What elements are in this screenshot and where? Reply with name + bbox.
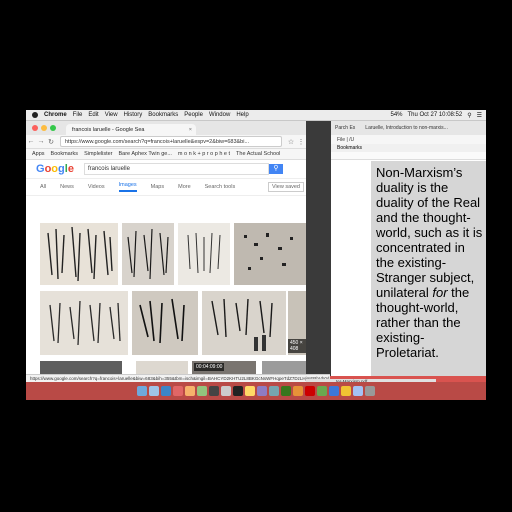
tab-title: francois laruelle - Google Sea: [72, 126, 145, 133]
image-size-badge: 450 × 408: [288, 339, 306, 353]
image-result[interactable]: [40, 291, 128, 355]
zoom-window-icon[interactable]: [50, 125, 56, 131]
mail-icon[interactable]: [185, 386, 195, 396]
acrobat-icon[interactable]: [305, 386, 315, 396]
folder-icon[interactable]: [341, 386, 351, 396]
desktop-screen: Chrome File Edit View History Bookmarks …: [26, 110, 486, 400]
bookmark-monk-prophet[interactable]: m o n k + p r o p h e t: [178, 151, 230, 157]
right-bookmarks[interactable]: Bookmarks: [331, 144, 486, 152]
right-tab-bar: Parch Es Laruelle, Introduction to non-m…: [331, 121, 486, 135]
image-result[interactable]: [132, 291, 198, 355]
downloads-icon[interactable]: [353, 386, 363, 396]
word-icon[interactable]: [329, 386, 339, 396]
chrome-icon[interactable]: [173, 386, 183, 396]
menu-app-name[interactable]: Chrome: [44, 112, 67, 118]
spotify-icon[interactable]: [281, 386, 291, 396]
google-tabs: All News Videos Images Maps More Search …: [26, 179, 306, 196]
image-results-grid: 450 × 408 00:04:09:00: [26, 217, 306, 389]
browser-window-left: francois laruelle - Google Sea × ← → ↻ h…: [26, 121, 306, 389]
minimize-window-icon[interactable]: [41, 125, 47, 131]
bookmark-actual-school[interactable]: The Actual School: [236, 151, 280, 157]
itunes-icon[interactable]: [257, 386, 267, 396]
vlc-icon[interactable]: [293, 386, 303, 396]
launchpad-icon[interactable]: [149, 386, 159, 396]
excel-icon[interactable]: [317, 386, 327, 396]
star-icon[interactable]: ☆: [286, 138, 296, 146]
right-address-bar[interactable]: File | /U: [331, 135, 486, 144]
notes-icon[interactable]: [245, 386, 255, 396]
google-search-button[interactable]: ⚲: [268, 164, 283, 174]
spotlight-icon[interactable]: ⚲: [467, 112, 471, 119]
bookmark-aphex[interactable]: Bare Aphex Twin ge...: [119, 151, 172, 157]
menu-window[interactable]: Window: [209, 112, 230, 118]
omnibox-row: ← → ↻ https://www.google.com/search?q=fr…: [26, 135, 306, 149]
back-icon[interactable]: ←: [26, 138, 36, 145]
menu-history[interactable]: History: [124, 112, 143, 118]
tab-search-tools[interactable]: Search tools: [205, 184, 236, 190]
menu-list-icon[interactable]: ☰: [477, 112, 482, 119]
appstore-icon[interactable]: [269, 386, 279, 396]
video-timer-badge: 00:04:09:00: [194, 363, 225, 371]
mac-menubar: Chrome File Edit View History Bookmarks …: [26, 110, 486, 121]
window-gap: [306, 121, 332, 376]
image-result[interactable]: [178, 223, 230, 285]
terminal-icon[interactable]: [209, 386, 219, 396]
tab-all[interactable]: All: [40, 184, 46, 190]
menu-bookmarks[interactable]: Bookmarks: [148, 112, 178, 118]
finder-icon[interactable]: [137, 386, 147, 396]
mac-dock: [26, 382, 486, 400]
image-result[interactable]: [234, 223, 306, 285]
menu-view[interactable]: View: [105, 112, 118, 118]
image-result[interactable]: [202, 291, 286, 355]
address-bar[interactable]: https://www.google.com/search?q=francois…: [60, 136, 282, 147]
tab-bar: francois laruelle - Google Sea ×: [26, 121, 306, 135]
right-tab-1[interactable]: Parch Es: [335, 125, 355, 131]
trash-icon[interactable]: [365, 386, 375, 396]
safari-icon[interactable]: [161, 386, 171, 396]
browser-tab-google[interactable]: francois laruelle - Google Sea ×: [66, 124, 196, 135]
image-result[interactable]: [40, 223, 118, 285]
image-result[interactable]: [122, 223, 174, 285]
clock[interactable]: Thu Oct 27 10:08:52: [408, 112, 463, 118]
reload-icon[interactable]: ↻: [46, 138, 56, 146]
tab-videos[interactable]: Videos: [88, 184, 105, 190]
menu-icon[interactable]: ⋮: [296, 138, 306, 146]
menu-people[interactable]: People: [184, 112, 203, 118]
forward-icon[interactable]: →: [36, 138, 46, 145]
bookmark-apps[interactable]: Apps: [32, 151, 45, 157]
tab-maps[interactable]: Maps: [151, 184, 164, 190]
tab-images[interactable]: Images: [118, 182, 137, 192]
battery-status[interactable]: 54%: [390, 112, 402, 118]
browser-window-right: Parch Es Laruelle, Introduction to non-m…: [331, 121, 486, 376]
menu-file[interactable]: File: [73, 112, 83, 118]
bookmark-simplelister[interactable]: Simplelister: [84, 151, 112, 157]
slide-text-panel: Non-Marxism’s duality is the duality of …: [371, 161, 486, 376]
image-result[interactable]: 450 × 408: [288, 291, 306, 355]
google-header: Google francois laruelle ⚲: [26, 160, 306, 179]
google-search-input[interactable]: francois laruelle: [83, 163, 269, 175]
tab-news[interactable]: News: [60, 184, 74, 190]
slide-emphasis: for: [432, 285, 448, 300]
apple-icon[interactable]: [32, 112, 38, 118]
photos-icon[interactable]: [221, 386, 231, 396]
close-window-icon[interactable]: [32, 125, 38, 131]
bookmarks-bar: Apps Bookmarks Simplelister Bare Aphex T…: [26, 149, 306, 160]
window-controls: [32, 125, 59, 131]
document-ruler: [331, 152, 486, 160]
view-saved-button[interactable]: View saved: [267, 182, 304, 192]
slide-text-1: Non-Marxism’s duality is the duality of …: [376, 165, 483, 300]
close-tab-icon[interactable]: ×: [189, 127, 192, 133]
right-tab-2[interactable]: Laruelle, Introduction to non-marxis...: [365, 125, 448, 131]
menu-edit[interactable]: Edit: [88, 112, 98, 118]
tab-more[interactable]: More: [178, 184, 191, 190]
menu-help[interactable]: Help: [236, 112, 248, 118]
calendar-icon[interactable]: [233, 386, 243, 396]
bookmark-bookmarks[interactable]: Bookmarks: [51, 151, 79, 157]
messages-icon[interactable]: [197, 386, 207, 396]
google-logo[interactable]: Google: [36, 163, 74, 175]
